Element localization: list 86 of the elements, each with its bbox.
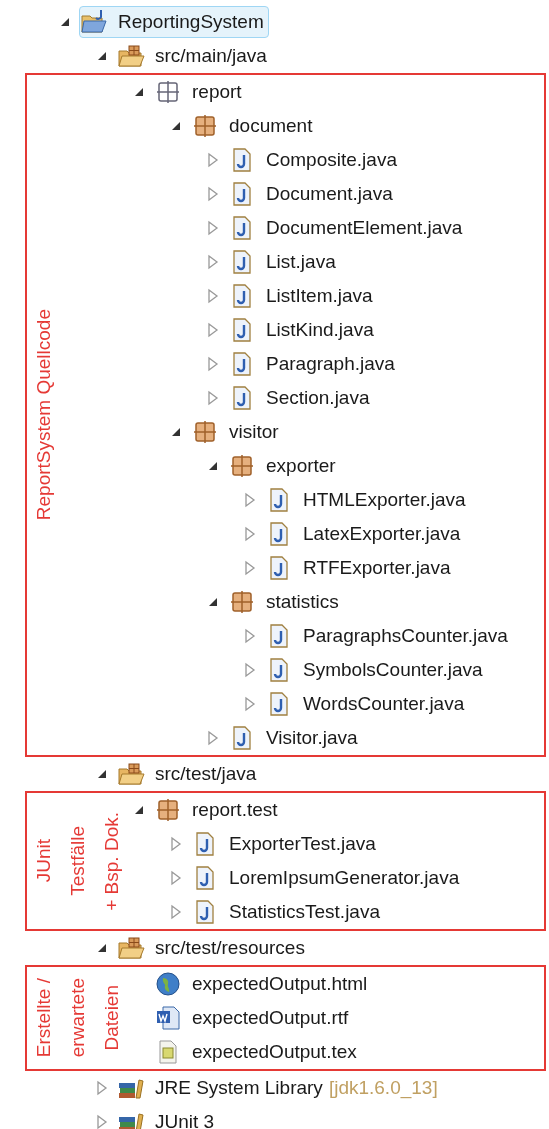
tree-item[interactable]: Section.java xyxy=(227,382,375,414)
tree-item[interactable]: LatexExporter.java xyxy=(264,518,466,550)
item-label: DocumentElement.java xyxy=(266,217,463,239)
item-label: StatisticsTest.java xyxy=(229,901,380,923)
tree-item[interactable]: ExporterTest.java xyxy=(190,828,381,860)
annotation-label: erwartete xyxy=(66,978,89,1058)
item-label: Document.java xyxy=(266,183,393,205)
package-icon xyxy=(228,588,256,616)
tree-item[interactable]: src/test/java xyxy=(116,758,262,790)
item-label: JUnit 3 xyxy=(155,1111,215,1129)
package-icon xyxy=(191,112,219,140)
item-label: JRE System Library xyxy=(155,1077,323,1099)
item-label: expectedOutput.html xyxy=(192,973,368,995)
globe-icon xyxy=(154,970,182,998)
item-label: ReportingSystem xyxy=(118,11,264,33)
tree-item[interactable]: WordsCounter.java xyxy=(264,688,470,720)
annotation-label: Dateien xyxy=(100,985,123,1051)
annotation-label: ReportSystem Quellcode xyxy=(32,309,55,521)
tree-item[interactable]: JRE System Library [jdk1.6.0_13] xyxy=(116,1072,443,1104)
item-label: Paragraph.java xyxy=(266,353,395,375)
tree-item[interactable]: Visitor.java xyxy=(227,722,363,754)
tree-item[interactable]: ListKind.java xyxy=(227,314,379,346)
tree-item[interactable]: Document.java xyxy=(227,178,398,210)
item-label: SymbolsCounter.java xyxy=(303,659,483,681)
package-icon xyxy=(228,452,256,480)
tree-item[interactable]: HTMLExporter.java xyxy=(264,484,471,516)
tree-item[interactable]: statistics xyxy=(227,586,344,618)
tree-item[interactable]: exporter xyxy=(227,450,341,482)
tree-item[interactable]: visitor xyxy=(190,416,284,448)
item-label: WordsCounter.java xyxy=(303,693,465,715)
tree-item[interactable]: DocumentElement.java xyxy=(227,212,468,244)
tree-item[interactable]: Composite.java xyxy=(227,144,402,176)
item-label: expectedOutput.rtf xyxy=(192,1007,349,1029)
tree-item[interactable]: report xyxy=(153,76,247,108)
annotation-label: JUnit xyxy=(32,839,55,883)
item-label: List.java xyxy=(266,251,336,273)
package-icon xyxy=(154,78,182,106)
item-label: src/test/resources xyxy=(155,937,305,959)
item-label: document xyxy=(229,115,313,137)
item-label: visitor xyxy=(229,421,279,443)
tree-item[interactable]: expectedOutput.tex xyxy=(153,1036,362,1068)
item-label: statistics xyxy=(266,591,339,613)
item-label: Composite.java xyxy=(266,149,397,171)
item-label: exporter xyxy=(266,455,336,477)
item-label: HTMLExporter.java xyxy=(303,489,466,511)
source-folder-icon xyxy=(117,42,145,70)
tree-item[interactable]: StatisticsTest.java xyxy=(190,896,385,928)
item-label: report xyxy=(192,81,242,103)
item-label: RTFExporter.java xyxy=(303,557,451,579)
item-label: LatexExporter.java xyxy=(303,523,461,545)
word-document-icon xyxy=(154,1004,182,1032)
tree-item[interactable]: List.java xyxy=(227,246,341,278)
item-label: Visitor.java xyxy=(266,727,358,749)
tree-item[interactable]: ParagraphsCounter.java xyxy=(264,620,513,652)
item-label: ExporterTest.java xyxy=(229,833,376,855)
tree-item[interactable]: Paragraph.java xyxy=(227,348,400,380)
tree-item[interactable]: document xyxy=(190,110,318,142)
item-label: ListKind.java xyxy=(266,319,374,341)
annotation-label: Testfälle xyxy=(66,826,89,896)
item-label: ParagraphsCounter.java xyxy=(303,625,508,647)
item-label: Section.java xyxy=(266,387,370,409)
tree-item[interactable]: expectedOutput.rtf xyxy=(153,1002,354,1034)
project-folder-icon xyxy=(80,8,108,36)
item-label: src/main/java xyxy=(155,45,267,67)
tree-item[interactable]: ListItem.java xyxy=(227,280,378,312)
item-label: ListItem.java xyxy=(266,285,373,307)
tree-item[interactable]: LoremIpsumGenerator.java xyxy=(190,862,465,894)
tree-item[interactable]: report.test xyxy=(153,794,283,826)
tree-item[interactable]: JUnit 3 xyxy=(116,1106,220,1129)
tree-item[interactable]: ReportingSystem xyxy=(79,6,269,38)
package-icon xyxy=(154,796,182,824)
source-folder-icon xyxy=(117,760,145,788)
annotation-label: + Bsp. Dok. xyxy=(100,811,123,911)
tree-item[interactable]: RTFExporter.java xyxy=(264,552,456,584)
item-label: LoremIpsumGenerator.java xyxy=(229,867,460,889)
item-label: expectedOutput.tex xyxy=(192,1041,357,1063)
package-icon xyxy=(191,418,219,446)
tree-item[interactable]: src/main/java xyxy=(116,40,272,72)
tree-item[interactable]: SymbolsCounter.java xyxy=(264,654,488,686)
item-label: report.test xyxy=(192,799,278,821)
tree-item[interactable]: src/test/resources xyxy=(116,932,310,964)
source-folder-icon xyxy=(117,934,145,962)
tree-item[interactable]: expectedOutput.html xyxy=(153,968,373,1000)
item-decoration: [jdk1.6.0_13] xyxy=(328,1077,438,1099)
annotation-label: Erstellte / xyxy=(32,978,55,1058)
item-label: src/test/java xyxy=(155,763,257,785)
